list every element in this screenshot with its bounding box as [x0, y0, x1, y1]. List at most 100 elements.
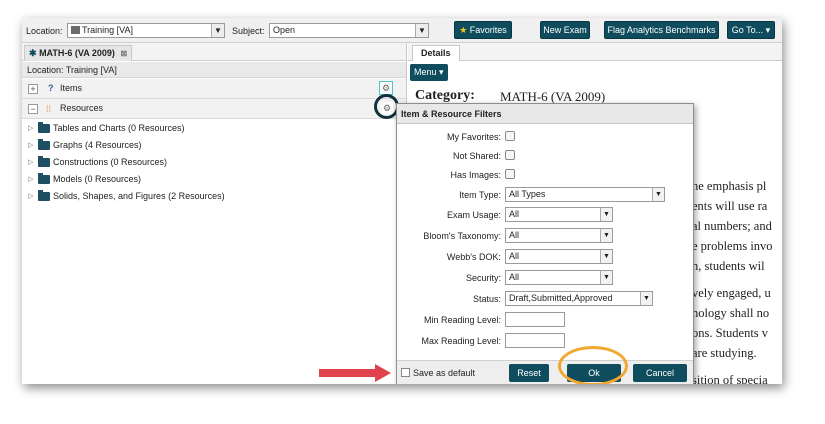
category-label: Category: [415, 88, 475, 103]
flag-analytics-button[interactable]: Flag Analytics Benchmarks [604, 21, 719, 39]
tab-details[interactable]: Details [412, 45, 460, 61]
dialog-footer: Save as default Reset Ok Cancel [397, 360, 693, 384]
expand-arrow-icon[interactable]: ▷ [28, 192, 33, 200]
max-reading-level-label: Max Reading Level: [421, 336, 501, 346]
tree-item[interactable]: ▷ Solids, Shapes, and Figures (2 Resourc… [22, 188, 406, 205]
body-text-line: are studying. [692, 346, 757, 360]
item-type-select[interactable]: All Types ▼ [505, 187, 665, 202]
expand-arrow-icon[interactable]: ▷ [28, 141, 33, 149]
folder-icon [38, 122, 50, 133]
chevron-down-icon: ▼ [600, 208, 612, 221]
new-exam-button[interactable]: New Exam [540, 21, 590, 39]
webbs-dok-select[interactable]: All ▼ [505, 249, 613, 264]
app-window: Location: Training [VA] ▼ Subject: Open … [22, 18, 782, 384]
location-info: Location: Training [VA] [22, 62, 406, 78]
chevron-down-icon: ▼ [652, 188, 664, 201]
tree-item-label: Constructions (0 Resources) [53, 157, 168, 167]
not-shared-checkbox[interactable] [505, 150, 515, 160]
blooms-taxonomy-value: All [509, 230, 520, 240]
body-text-line: al numbers; and [692, 219, 772, 233]
min-reading-level-input[interactable] [505, 312, 565, 327]
subject-label: Subject: [232, 26, 265, 36]
item-type-label: Item Type: [459, 190, 501, 200]
tree-item-label: Solids, Shapes, and Figures (2 Resources… [53, 191, 225, 201]
folder-icon [38, 173, 50, 184]
cancel-button[interactable]: Cancel [633, 364, 687, 382]
has-images-label: Has Images: [450, 170, 501, 180]
chevron-down-icon: ▼ [640, 292, 652, 305]
caret-down-icon: ▾ [765, 25, 771, 35]
reset-button[interactable]: Reset [509, 364, 549, 382]
body-text-line: sition of specia [692, 373, 768, 384]
highlight-circle-ok [558, 346, 628, 384]
folder-icon [38, 156, 50, 167]
building-icon [71, 26, 80, 34]
security-select[interactable]: All ▼ [505, 270, 613, 285]
chevron-down-icon: ▼ [600, 271, 612, 284]
tree-item[interactable]: ▷ Constructions (0 Resources) [22, 154, 406, 171]
caret-down-icon: ▾ [439, 67, 444, 77]
goto-label: Go To... [731, 25, 764, 35]
status-select[interactable]: Draft,Submitted,Approved ▼ [505, 291, 653, 306]
right-tab-strip: Details [408, 43, 782, 61]
resources-section-row[interactable]: − ⁞⁞ Resources ⚙ [22, 94, 406, 119]
subject-select[interactable]: Open ▼ [269, 23, 429, 38]
tree-item-label: Tables and Charts (0 Resources) [53, 123, 185, 133]
top-toolbar: Location: Training [VA] ▼ Subject: Open … [22, 18, 782, 43]
blooms-taxonomy-label: Bloom's Taxonomy: [423, 231, 501, 241]
resources-label: Resources [60, 103, 104, 113]
tree-item[interactable]: ▷ Tables and Charts (0 Resources) [22, 120, 406, 137]
exam-usage-label: Exam Usage: [446, 210, 501, 220]
expand-arrow-icon[interactable]: ▷ [28, 175, 33, 183]
menu-button[interactable]: Menu ▾ [410, 64, 448, 81]
filter-gear-icon-items[interactable]: ⚙ [379, 81, 393, 95]
chevron-down-icon: ▼ [415, 24, 428, 37]
blooms-taxonomy-select[interactable]: All ▼ [505, 228, 613, 243]
has-images-checkbox[interactable] [505, 169, 515, 179]
items-section-row[interactable]: + ? Items ⚙ [22, 79, 406, 99]
location-select[interactable]: Training [VA] ▼ [67, 23, 225, 38]
tab-math-6[interactable]: ✱ MATH-6 (VA 2009) ⊠ [24, 45, 133, 61]
items-label: Items [60, 83, 83, 93]
star-icon: ★ [459, 25, 468, 35]
tab-title: MATH-6 (VA 2009) [39, 48, 115, 58]
tree-item-label: Models (0 Resources) [53, 174, 142, 184]
annotation-arrow-head [375, 364, 391, 382]
tree-item[interactable]: ▷ Graphs (4 Resources) [22, 137, 406, 154]
item-type-value: All Types [509, 189, 546, 199]
body-text-line: e problems invo [692, 239, 773, 253]
body-text-line: he emphasis pl [692, 179, 767, 193]
grid-icon: ⁞⁞ [46, 104, 52, 114]
body-text-line: ons. Students v [692, 326, 769, 340]
chevron-down-icon: ▼ [600, 250, 612, 263]
save-as-default-checkbox[interactable] [401, 368, 410, 377]
tree-item-label: Graphs (4 Resources) [53, 140, 142, 150]
expand-icon[interactable]: + [28, 84, 38, 94]
favorites-button[interactable]: ★ Favorites [454, 21, 512, 39]
folder-icon [38, 190, 50, 201]
chevron-down-icon: ▼ [600, 229, 612, 242]
body-text-line: vely engaged, u [692, 286, 771, 300]
location-label: Location: [26, 26, 63, 36]
left-tab-strip: ✱ MATH-6 (VA 2009) ⊠ [22, 43, 406, 61]
expand-arrow-icon[interactable]: ▷ [28, 124, 33, 132]
save-as-default-label: Save as default [413, 368, 476, 378]
asterisk-icon: ✱ [29, 48, 37, 58]
max-reading-level-input[interactable] [505, 333, 565, 348]
body-text-line: nology shall no [692, 306, 770, 320]
dialog-title: Item & Resource Filters [397, 104, 693, 124]
webbs-dok-label: Webb's DOK: [446, 252, 501, 262]
collapse-icon[interactable]: − [28, 104, 38, 114]
my-favorites-checkbox[interactable] [505, 131, 515, 141]
tree-item[interactable]: ▷ Models (0 Resources) [22, 171, 406, 188]
body-text-line: n, students wil [692, 259, 765, 273]
webbs-dok-value: All [509, 251, 520, 261]
exam-usage-select[interactable]: All ▼ [505, 207, 613, 222]
goto-button[interactable]: Go To... ▾ [727, 21, 775, 39]
expand-arrow-icon[interactable]: ▷ [28, 158, 33, 166]
security-label: Security: [465, 273, 501, 283]
min-reading-level-label: Min Reading Level: [423, 315, 501, 325]
location-select-value: Training [VA] [82, 25, 134, 35]
close-icon[interactable]: ⊠ [120, 49, 127, 58]
status-value: Draft,Submitted,Approved [509, 293, 613, 303]
